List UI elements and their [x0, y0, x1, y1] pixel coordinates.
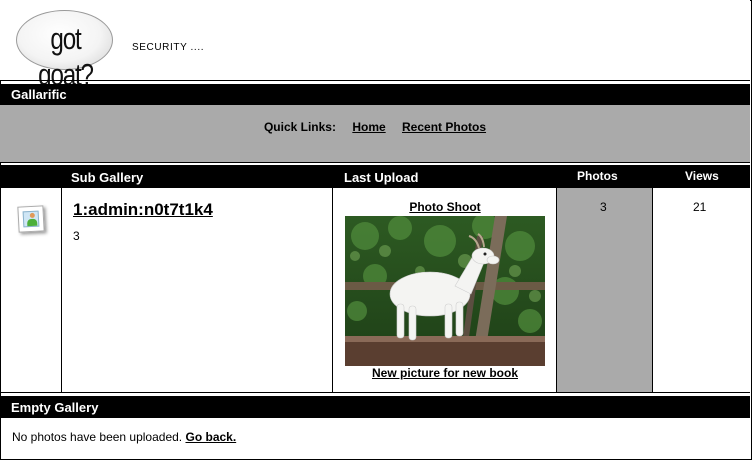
person-body-shape — [27, 218, 38, 227]
quick-links-label: Quick Links: — [263, 120, 336, 134]
col-last-upload: Last Upload — [344, 170, 419, 185]
last-upload-photo[interactable] — [345, 216, 545, 366]
column-divider — [61, 188, 62, 392]
sub-gallery-name-link[interactable]: 1:admin:n0t7t1k4 — [73, 200, 213, 220]
divider — [0, 392, 750, 393]
divider — [0, 162, 750, 163]
person-head-shape — [29, 212, 35, 219]
sub-gallery-count: 3 — [73, 229, 80, 243]
go-back-link[interactable]: Go back. — [185, 430, 236, 444]
logo-text: got goat? — [38, 21, 94, 92]
table-header: Sub Gallery Last Upload Photos Views — [0, 165, 750, 188]
empty-gallery-bar: Empty Gallery — [0, 396, 750, 418]
empty-gallery-title: Empty Gallery — [11, 400, 99, 415]
column-divider — [332, 188, 333, 392]
goat-photo-image — [345, 216, 545, 366]
photos-column-cell — [557, 188, 652, 392]
site-header: got goat? SECURITY .... — [0, 0, 750, 92]
site-logo[interactable]: got goat? — [16, 10, 113, 92]
last-upload-caption-link[interactable]: New picture for new book — [333, 366, 557, 380]
divider — [0, 80, 750, 81]
col-photos: Photos — [577, 169, 618, 183]
thumbnail-picture — [22, 210, 40, 228]
empty-gallery-message: No photos have been uploaded. — [12, 430, 183, 444]
quick-link-recent-photos[interactable]: Recent Photos — [402, 120, 486, 134]
gallery-thumbnail-icon[interactable] — [17, 205, 45, 233]
gallery-title: Gallarific — [11, 87, 67, 102]
site-tagline: SECURITY .... — [132, 42, 205, 53]
photos-count: 3 — [600, 200, 607, 214]
gallery-title-bar: Gallarific — [0, 84, 750, 105]
column-divider — [556, 188, 557, 392]
column-divider — [652, 188, 653, 392]
quick-link-home[interactable]: Home — [352, 120, 385, 134]
empty-gallery-message-row: No photos have been uploaded. Go back. — [12, 430, 236, 444]
quick-links-row: Quick Links: Home Recent Photos — [0, 120, 750, 134]
last-upload-title-link[interactable]: Photo Shoot — [333, 200, 557, 214]
views-count: 21 — [693, 200, 707, 214]
quick-links-panel: Quick Links: Home Recent Photos — [0, 105, 750, 162]
col-sub-gallery: Sub Gallery — [71, 170, 144, 185]
col-views: Views — [685, 169, 719, 183]
